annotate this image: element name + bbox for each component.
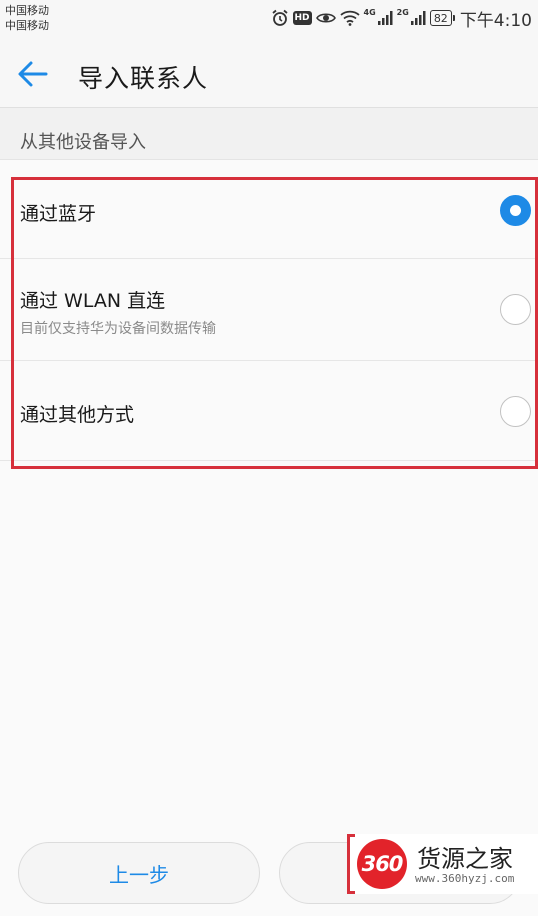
- carrier-1: 中国移动: [5, 4, 49, 17]
- option-other-method[interactable]: 通过其他方式: [0, 361, 538, 461]
- app-bar: 导入联系人: [0, 38, 538, 108]
- radio-button[interactable]: [500, 294, 531, 325]
- radio-button[interactable]: [500, 396, 531, 427]
- battery-icon: 82: [429, 10, 455, 26]
- status-time: 下午4:10: [459, 10, 532, 31]
- wifi-icon: [339, 10, 360, 26]
- net-2g-label: 2G: [396, 8, 409, 17]
- radio-button-selected[interactable]: [500, 195, 531, 226]
- battery-level: 82: [433, 11, 448, 25]
- page-title: 导入联系人: [78, 64, 209, 93]
- carrier-2: 中国移动: [5, 19, 49, 32]
- watermark-logo: 360: [357, 839, 407, 889]
- eye-comfort-icon: [315, 11, 336, 25]
- watermark-bracket: [347, 834, 355, 894]
- option-label: 通过其他方式: [20, 404, 135, 426]
- option-label: 通过 WLAN 直连: [20, 290, 166, 312]
- status-icons: HD 4G 2G 82 下午4:10: [271, 6, 532, 31]
- signal-icon: [377, 10, 393, 26]
- watermark-url: www.360hyzj.com: [415, 872, 515, 885]
- section-header: 从其他设备导入: [0, 108, 538, 160]
- status-bar: 中国移动 中国移动 HD 4G 2G 82 下午4:10: [0, 0, 538, 38]
- option-wlan-direct[interactable]: 通过 WLAN 直连 目前仅支持华为设备间数据传输: [0, 259, 538, 361]
- net-4g-label: 4G: [363, 8, 376, 17]
- watermark-logo-text: 360: [361, 852, 404, 876]
- import-option-list: 通过蓝牙 通过 WLAN 直连 目前仅支持华为设备间数据传输 通过其他方式: [0, 160, 538, 461]
- previous-step-label: 上一步: [109, 862, 169, 887]
- watermark: 360 货源之家 www.360hyzj.com: [347, 834, 538, 894]
- alarm-icon: [271, 9, 289, 27]
- signal-icon: [410, 10, 426, 26]
- section-title: 从其他设备导入: [20, 132, 146, 153]
- option-label: 通过蓝牙: [20, 203, 97, 225]
- option-subtitle: 目前仅支持华为设备间数据传输: [20, 321, 216, 337]
- option-bluetooth[interactable]: 通过蓝牙: [0, 160, 538, 259]
- arrow-left-icon[interactable]: [16, 57, 50, 91]
- carrier-info: 中国移动 中国移动: [5, 3, 49, 33]
- hd-icon: HD: [292, 11, 312, 25]
- previous-step-button[interactable]: 上一步: [18, 842, 260, 904]
- watermark-brand: 货源之家: [417, 845, 513, 873]
